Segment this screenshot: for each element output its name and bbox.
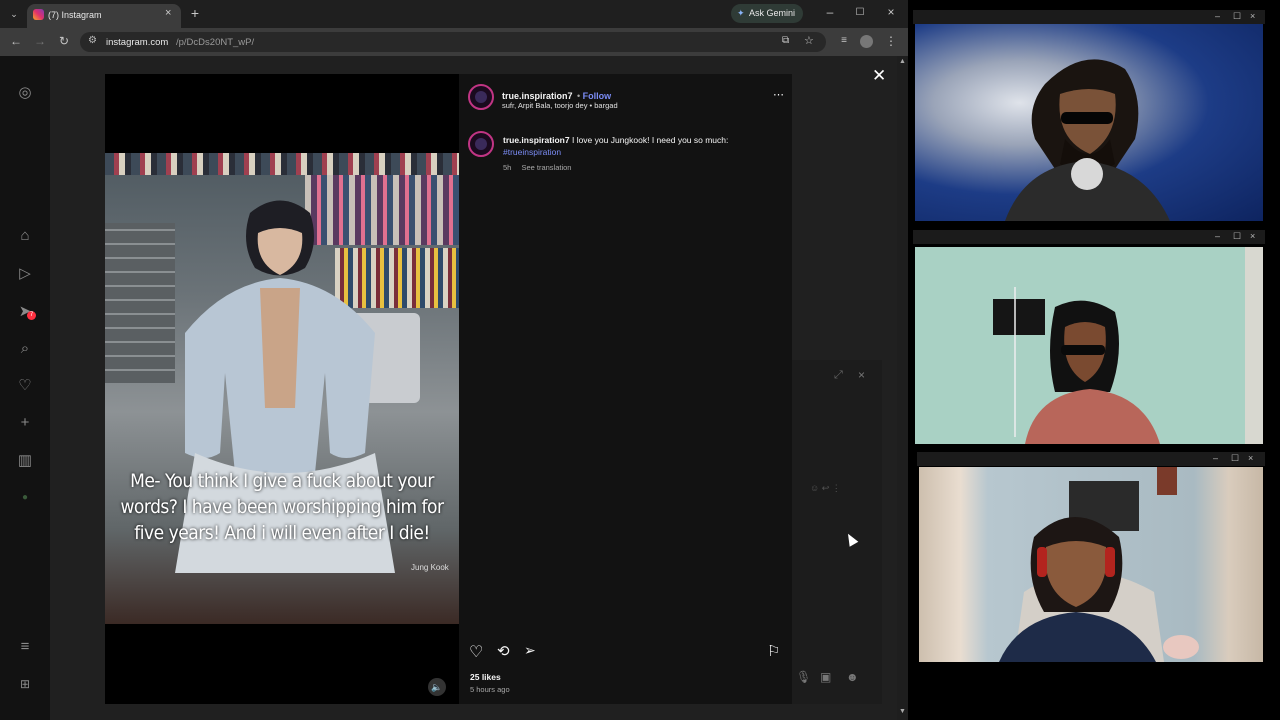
reply-icon: ☺ ↩ ⋮ — [810, 483, 841, 493]
participant-tile-1[interactable]: – ☐ × — [913, 10, 1265, 222]
caption-meta: 5h See translation — [503, 163, 571, 172]
scroll-down-icon[interactable]: ▼ — [899, 708, 906, 715]
background-chat-panel: ⤢ × ☺ ↩ ⋮ 🎙 ▣ ☻ — [792, 360, 882, 704]
more-menu-icon[interactable]: ≡ — [16, 638, 34, 656]
reels-icon[interactable]: ▷ — [16, 265, 34, 283]
window-close-icon[interactable]: × — [884, 5, 898, 19]
browser-toolbar: ← → ↻ ⚙ instagram.com /p/DcDs20NT_wP/ ⧉ … — [0, 28, 908, 56]
participant-tile-2[interactable]: – ☐ × — [913, 230, 1265, 444]
tile-maximize-icon[interactable]: ☐ — [1231, 453, 1239, 464]
caption-time: 5h — [503, 163, 512, 172]
image-icon[interactable]: ▣ — [820, 670, 831, 684]
post-options-icon[interactable]: ⋯ — [773, 88, 784, 101]
install-app-icon[interactable]: ⧉ — [782, 35, 789, 46]
chat-close-icon[interactable]: × — [858, 368, 865, 382]
author-username[interactable]: true.inspiration7 — [502, 91, 573, 101]
repost-icon[interactable]: ⟲ — [497, 642, 510, 660]
page-scrollbar[interactable]: ▲ ▼ — [897, 56, 908, 720]
profile-avatar-icon[interactable] — [860, 35, 873, 48]
tile-maximize-icon[interactable]: ☐ — [1233, 11, 1241, 22]
webcam-feed-1 — [915, 24, 1263, 221]
likes-count[interactable]: 25 likes — [470, 672, 501, 682]
scroll-up-icon[interactable]: ▲ — [899, 58, 906, 65]
browser-window: ⌄ (7) Instagram × + ✦ Ask Gemini – ☐ × ←… — [0, 0, 908, 720]
reel-video[interactable]: Me- You think I give a fuck about your w… — [105, 74, 459, 704]
caption-hashtag[interactable]: #trueinspiration — [503, 147, 561, 157]
see-translation-link[interactable]: See translation — [521, 163, 571, 172]
participant-3-figure — [999, 467, 1199, 662]
share-send-icon[interactable]: ➢ — [524, 642, 536, 659]
site-info-icon[interactable]: ⚙ — [88, 35, 97, 46]
tile-minimize-icon[interactable]: – — [1213, 453, 1218, 463]
tab-search-chevron-icon[interactable]: ⌄ — [7, 7, 21, 21]
webcam-feed-2 — [915, 247, 1263, 444]
caption-username[interactable]: true.inspiration7 — [503, 135, 570, 145]
tile-maximize-icon[interactable]: ☐ — [1233, 231, 1241, 242]
ask-gemini-label: Ask Gemini — [749, 8, 796, 18]
sticker-icon[interactable]: ☻ — [846, 670, 859, 684]
video-watermark: Jung Kook — [411, 563, 449, 572]
create-plus-icon[interactable]: + — [16, 414, 34, 432]
tile-titlebar: – ☐ × — [917, 452, 1265, 466]
ask-gemini-button[interactable]: ✦ Ask Gemini — [731, 4, 803, 23]
video-frame: Me- You think I give a fuck about your w… — [105, 153, 459, 624]
tab-close-icon[interactable]: × — [165, 7, 171, 19]
mute-toggle-icon[interactable]: 🔈 — [428, 678, 446, 696]
caption-avatar[interactable] — [468, 131, 494, 157]
messages-icon[interactable]: ➤ 7 — [16, 303, 36, 321]
tile-close-icon[interactable]: × — [1250, 231, 1255, 241]
save-bookmark-icon[interactable]: ⚐ — [767, 642, 780, 660]
expand-icon[interactable]: ⤢ — [834, 369, 843, 382]
tile-minimize-icon[interactable]: – — [1215, 11, 1220, 21]
tab-instagram[interactable]: (7) Instagram × — [27, 4, 181, 28]
close-post-icon[interactable]: ✕ — [872, 66, 886, 86]
tile-close-icon[interactable]: × — [1250, 11, 1255, 21]
browser-menu-icon[interactable]: ⋮ — [884, 34, 898, 48]
profile-icon[interactable]: ● — [16, 489, 34, 507]
follow-button[interactable]: Follow — [583, 91, 612, 101]
tile-titlebar: – ☐ × — [913, 10, 1265, 24]
participant-2-figure — [993, 247, 1263, 444]
url-domain: instagram.com — [106, 37, 169, 48]
author-avatar[interactable] — [468, 84, 494, 110]
maximize-icon[interactable]: ☐ — [853, 6, 867, 20]
tile-titlebar: – ☐ × — [913, 230, 1265, 244]
webcam-feed-3 — [919, 467, 1263, 662]
instagram-logo-icon[interactable]: ◎ — [16, 84, 34, 102]
tile-minimize-icon[interactable]: – — [1215, 231, 1220, 241]
bookmark-star-icon[interactable]: ☆ — [804, 34, 814, 47]
notification-badge: 7 — [27, 311, 36, 320]
url-path: /p/DcDs20NT_wP/ — [176, 37, 255, 48]
mic-icon[interactable]: 🎙 — [796, 670, 811, 684]
record-shelf — [105, 153, 459, 175]
instagram-favicon-icon — [33, 9, 44, 20]
forward-arrow-icon[interactable]: → — [33, 34, 47, 48]
participant-tile-3[interactable]: – ☐ × — [917, 452, 1265, 662]
caption-text: I love you Jungkook! I need you so much: — [571, 135, 729, 145]
home-icon[interactable]: ⌂ — [16, 227, 34, 245]
back-arrow-icon[interactable]: ← — [9, 34, 23, 48]
search-icon[interactable]: ⌕ — [16, 340, 34, 358]
video-overlay-text: Me- You think I give a fuck about your w… — [120, 470, 444, 544]
insights-icon[interactable]: ▥ — [16, 452, 34, 470]
tile-close-icon[interactable]: × — [1248, 453, 1253, 463]
notifications-heart-icon[interactable]: ♡ — [16, 377, 34, 395]
gemini-sparkle-icon: ✦ — [737, 8, 745, 18]
participant-1-figure — [1005, 59, 1170, 221]
collaborators[interactable]: sufr, Arpit Bala, toorjo dey • bargad — [502, 101, 618, 110]
reload-icon[interactable]: ↻ — [57, 34, 71, 48]
media-controls-icon[interactable]: ≡ — [837, 34, 851, 48]
caption-block: true.inspiration7 I love you Jungkook! I… — [503, 134, 773, 158]
posted-time: 5 hours ago — [470, 685, 510, 694]
also-from-meta-icon[interactable]: ⊞ — [16, 675, 34, 693]
post-panel: true.inspiration7 • Follow sufr, Arpit B… — [459, 74, 792, 704]
tab-bar: ⌄ (7) Instagram × + ✦ Ask Gemini – ☐ × — [0, 0, 908, 28]
minimize-icon[interactable]: – — [823, 5, 837, 19]
new-tab-plus-icon[interactable]: + — [188, 6, 202, 20]
instagram-sidebar: ◎ ⌂ ▷ ➤ 7 ⌕ ♡ + ▥ ● ≡ ⊞ — [0, 56, 50, 720]
like-heart-icon[interactable]: ♡ — [469, 642, 483, 662]
tab-title: (7) Instagram — [48, 10, 102, 20]
address-bar[interactable]: ⚙ instagram.com /p/DcDs20NT_wP/ ⧉ ☆ — [80, 32, 826, 52]
